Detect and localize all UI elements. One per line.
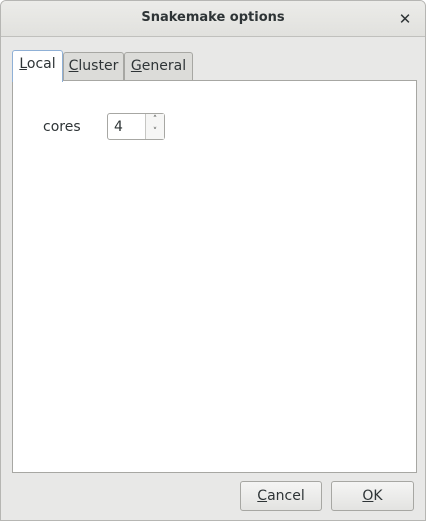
cores-input[interactable] xyxy=(108,114,144,139)
cancel-label: ancel xyxy=(267,488,305,504)
tab-cluster-label: luster xyxy=(78,58,119,74)
window-title: Snakemake options xyxy=(141,10,285,25)
tab-general-mnemonic: G xyxy=(130,58,142,74)
spin-down-button[interactable]: ˅ xyxy=(146,126,164,138)
tab-panel-local: cores ˄ ˅ xyxy=(12,80,417,473)
tab-local[interactable]: Local xyxy=(12,50,63,82)
tab-local-mnemonic: L xyxy=(19,56,27,72)
tab-general-label: eneral xyxy=(141,58,187,74)
tab-cluster-mnemonic: C xyxy=(68,58,79,74)
spin-buttons: ˄ ˅ xyxy=(145,114,164,139)
tab-cluster[interactable]: Cluster xyxy=(63,52,124,80)
close-button[interactable]: ✕ xyxy=(393,7,417,31)
tab-local-label: ocal xyxy=(26,56,56,72)
ok-button[interactable]: OK xyxy=(331,481,414,511)
cancel-mnemonic: C xyxy=(257,488,268,504)
spin-up-button[interactable]: ˄ xyxy=(146,114,164,126)
close-icon: ✕ xyxy=(398,10,412,28)
cancel-button[interactable]: Cancel xyxy=(240,481,322,511)
dialog-window: Snakemake options ✕ Local Cluster Genera… xyxy=(0,0,426,521)
cores-spinbutton: ˄ ˅ xyxy=(107,113,165,140)
chevron-down-icon: ˅ xyxy=(152,127,158,137)
tab-general[interactable]: General xyxy=(124,52,193,80)
ok-mnemonic: O xyxy=(362,488,374,504)
title-bar: Snakemake options ✕ xyxy=(1,1,425,37)
ok-label: K xyxy=(373,488,383,504)
cores-label: cores xyxy=(43,119,81,135)
chevron-up-icon: ˄ xyxy=(152,115,158,125)
